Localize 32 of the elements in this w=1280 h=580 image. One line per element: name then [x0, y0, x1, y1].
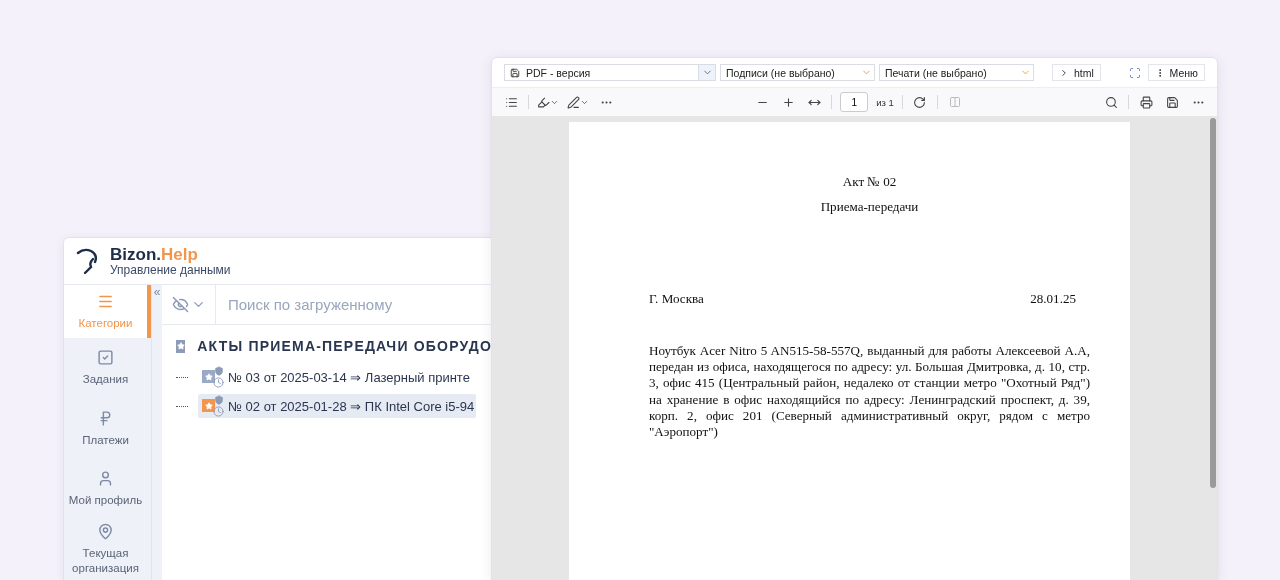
sidebar-item[interactable]: Текущая организация — [64, 519, 151, 580]
html-button[interactable]: html — [1052, 64, 1101, 81]
sidebar-item[interactable]: Задания — [64, 337, 151, 399]
menu-button[interactable]: Меню — [1147, 64, 1205, 81]
sidebar-item-icon — [97, 349, 114, 367]
document-paragraph: Ноутбук Acer Nitro 5 AN515-58-557Q, выданный для работы Алексеевой А.А, передан из офиса, находящегося по адресу: ул. Большая Дмитровка, д. 10, стр. 3, офис 415 (Центральный район, недалеко от станции метро "Охотный Ряд") на хранение в офис находящийся по адресу: Ленинградский проспект, д. 39, корп. 2, офис 201 (Северный административный округ, рядом с метро "Аэропорт") — [649, 343, 1090, 441]
save-icon — [510, 67, 520, 78]
option-select[interactable]: Подписи (не выбрано) — [720, 64, 875, 81]
document-status-icon — [202, 395, 226, 417]
document-city: Г. Москва — [649, 291, 704, 307]
version-select[interactable]: PDF - версия — [504, 64, 716, 81]
tree-folder-label[interactable]: АКТЫ ПРИЕМА-ПЕРЕДАЧИ ОБОРУДО — [197, 338, 492, 354]
brand-name: Bizon.Help — [110, 246, 199, 263]
eye-off-icon — [171, 296, 189, 313]
sidebar-item[interactable]: Платежи — [64, 398, 151, 459]
tree-item[interactable]: № 02 от 2025-01-28 ⇒ ПК Intel Core i5-94 — [198, 394, 477, 418]
search-field[interactable]: Поиск по загруженному — [216, 285, 492, 324]
tree-item[interactable]: № 03 от 2025-03-14 ⇒ Лазерный принте — [198, 365, 472, 389]
page-total: из 1 — [876, 96, 894, 108]
sidebar-item-icon — [97, 523, 114, 541]
option-select[interactable]: Печати (не выбрано) — [879, 64, 1034, 81]
sidebar-item-icon — [97, 470, 114, 488]
sidebar-item[interactable]: Мой профиль — [64, 459, 151, 520]
document-title: Акт № 02 — [841, 174, 898, 190]
page-number-field[interactable]: 1 — [840, 92, 869, 112]
document-date: 28.01.25 — [1030, 291, 1076, 307]
chevron-right-icon — [1059, 67, 1069, 78]
document-status-icon — [202, 366, 226, 388]
scrollbar[interactable] — [1210, 118, 1216, 488]
star-folder-icon — [176, 339, 186, 353]
brand-subtitle: Управление данными — [110, 264, 231, 276]
document-subtitle: Приема-передачи — [819, 199, 920, 215]
